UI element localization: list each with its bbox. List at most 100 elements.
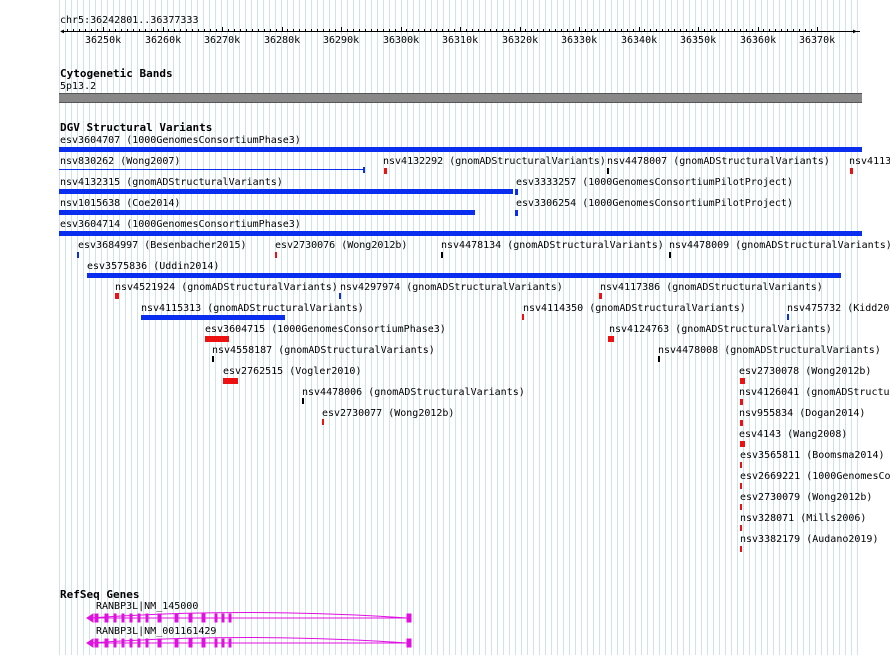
ruler-minor-tick xyxy=(311,29,312,32)
variant-bar[interactable] xyxy=(740,378,745,384)
variant-bar[interactable] xyxy=(599,293,602,299)
variant-label[interactable]: nsv4558187 (gnomADStructuralVariants) xyxy=(212,345,435,356)
refseq-track-title[interactable]: RefSeq Genes xyxy=(60,588,139,601)
variant-bar[interactable] xyxy=(740,399,743,405)
variant-label[interactable]: esv3604707 (1000GenomesConsortiumPhase3) xyxy=(60,135,301,146)
cytoband-track-title[interactable]: Cytogenetic Bands xyxy=(60,67,173,80)
ruler-minor-tick xyxy=(484,29,485,32)
gene-models[interactable] xyxy=(85,609,415,655)
variant-label[interactable]: esv3306254 (1000GenomesConsortiumPilotPr… xyxy=(516,198,793,209)
variant-label[interactable]: nsv4113 xyxy=(849,156,890,167)
variant-label[interactable]: nsv4114350 (gnomADStructuralVariants) xyxy=(523,303,746,314)
variant-bar[interactable] xyxy=(59,147,862,152)
gene-model-nm-145000 xyxy=(86,612,412,623)
ruler-minor-tick xyxy=(710,29,711,32)
ruler-minor-tick xyxy=(799,29,800,32)
variant-label[interactable]: nsv830262 (Wong2007) xyxy=(60,156,180,167)
ruler-minor-tick xyxy=(252,29,253,32)
variant-bar[interactable] xyxy=(740,420,743,426)
variant-bar[interactable] xyxy=(740,546,742,552)
variant-label[interactable]: nsv4132315 (gnomADStructuralVariants) xyxy=(60,177,283,188)
variant-label[interactable]: nsv4132292 (gnomADStructuralVariants) xyxy=(383,156,606,167)
variant-label[interactable]: esv2730077 (Wong2012b) xyxy=(322,408,454,419)
variant-label[interactable]: nsv328071 (Mills2006) xyxy=(740,513,866,524)
variant-label[interactable]: esv3604715 (1000GenomesConsortiumPhase3) xyxy=(205,324,446,335)
cytoband-label: 5p13.2 xyxy=(60,81,97,92)
variant-bar[interactable] xyxy=(223,378,238,384)
dgv-track-title[interactable]: DGV Structural Variants xyxy=(60,121,212,134)
variant-label[interactable]: nsv4478134 (gnomADStructuralVariants) xyxy=(441,240,664,251)
ruler-tick-label: 36350k xyxy=(680,35,717,46)
variant-bar[interactable] xyxy=(59,231,862,236)
variant-label[interactable]: esv3604714 (1000GenomesConsortiumPhase3) xyxy=(60,219,301,230)
ruler-minor-tick xyxy=(180,29,181,32)
variant-bar[interactable] xyxy=(212,356,214,362)
variant-bar[interactable] xyxy=(322,419,324,425)
variant-bar[interactable] xyxy=(339,293,341,299)
variant-bar[interactable] xyxy=(669,252,671,258)
ruler-minor-tick xyxy=(448,29,449,32)
variant-bar[interactable] xyxy=(740,504,742,510)
variant-label[interactable]: esv3684997 (Besenbacher2015) xyxy=(78,240,247,251)
variant-label[interactable]: nsv4115313 (gnomADStructuralVariants) xyxy=(141,303,364,314)
variant-label[interactable]: nsv4126041 (gnomADStructu xyxy=(739,387,890,398)
variant-bar[interactable] xyxy=(787,314,789,320)
variant-label[interactable]: esv3333257 (1000GenomesConsortiumPilotPr… xyxy=(516,177,793,188)
variant-bar[interactable] xyxy=(115,293,119,299)
variant-bar[interactable] xyxy=(77,252,79,258)
variant-label[interactable]: nsv4124763 (gnomADStructuralVariants) xyxy=(609,324,832,335)
ruler-minor-tick xyxy=(633,29,634,32)
ruler-minor-tick xyxy=(508,29,509,32)
variant-bar[interactable] xyxy=(59,169,364,170)
cytoband-bar[interactable] xyxy=(59,93,862,103)
ruler-minor-tick xyxy=(270,29,271,32)
ruler-minor-tick xyxy=(734,29,735,32)
variant-label[interactable]: nsv3382179 (Audano2019) xyxy=(740,534,878,545)
variant-bar[interactable] xyxy=(740,462,742,468)
variant-bar[interactable] xyxy=(59,210,475,215)
variant-bar[interactable] xyxy=(522,314,524,320)
variant-label[interactable]: nsv4521924 (gnomADStructuralVariants) xyxy=(115,282,338,293)
variant-label[interactable]: esv3575836 (Uddin2014) xyxy=(87,261,219,272)
variant-bar[interactable] xyxy=(515,210,518,216)
variant-label[interactable]: nsv4297974 (gnomADStructuralVariants) xyxy=(340,282,563,293)
variant-bar[interactable] xyxy=(141,315,285,320)
variant-label[interactable]: esv3565811 (Boomsma2014) xyxy=(740,450,885,461)
variant-label[interactable]: nsv1015638 (Coe2014) xyxy=(60,198,180,209)
variant-bar[interactable] xyxy=(740,483,742,489)
variant-bar[interactable] xyxy=(740,525,742,531)
variant-bar[interactable] xyxy=(384,168,387,174)
variant-bar[interactable] xyxy=(275,252,277,258)
variant-label[interactable]: esv2669221 (1000GenomesCo xyxy=(740,471,890,482)
ruler-minor-tick xyxy=(73,29,74,32)
ruler-minor-tick xyxy=(335,29,336,32)
variant-bar[interactable] xyxy=(87,273,841,278)
variant-label[interactable]: nsv4478006 (gnomADStructuralVariants) xyxy=(302,387,525,398)
variant-label[interactable]: nsv4117386 (gnomADStructuralVariants) xyxy=(600,282,823,293)
variant-label[interactable]: nsv4478008 (gnomADStructuralVariants) xyxy=(658,345,881,356)
variant-bar[interactable] xyxy=(740,441,745,447)
variant-label[interactable]: esv4143 (Wang2008) xyxy=(739,429,847,440)
ruler-minor-tick xyxy=(627,29,628,32)
variant-bar[interactable] xyxy=(441,252,443,258)
variant-bar[interactable] xyxy=(608,336,614,342)
ruler-minor-tick xyxy=(793,29,794,32)
variant-label[interactable]: nsv4478007 (gnomADStructuralVariants) xyxy=(607,156,830,167)
variant-label[interactable]: esv2762515 (Vogler2010) xyxy=(223,366,361,377)
variant-bar[interactable] xyxy=(205,336,229,342)
variant-label[interactable]: esv2730076 (Wong2012b) xyxy=(275,240,407,251)
ruler-minor-tick xyxy=(157,29,158,32)
variant-bar[interactable] xyxy=(658,356,660,362)
variant-label[interactable]: esv2730078 (Wong2012b) xyxy=(739,366,871,377)
variant-bar[interactable] xyxy=(850,168,853,174)
variant-bar[interactable] xyxy=(515,189,518,195)
variant-label[interactable]: esv2730079 (Wong2012b) xyxy=(740,492,872,503)
variant-bar[interactable] xyxy=(607,168,609,174)
ruler-tick xyxy=(698,27,699,32)
variant-bar[interactable] xyxy=(59,189,513,194)
variant-label[interactable]: nsv955834 (Dogan2014) xyxy=(739,408,865,419)
ruler-minor-tick xyxy=(264,29,265,32)
variant-label[interactable]: nsv4478009 (gnomADStructuralVariants) xyxy=(669,240,890,251)
variant-bar[interactable] xyxy=(302,398,304,404)
variant-label[interactable]: nsv475732 (Kidd20 xyxy=(787,303,889,314)
